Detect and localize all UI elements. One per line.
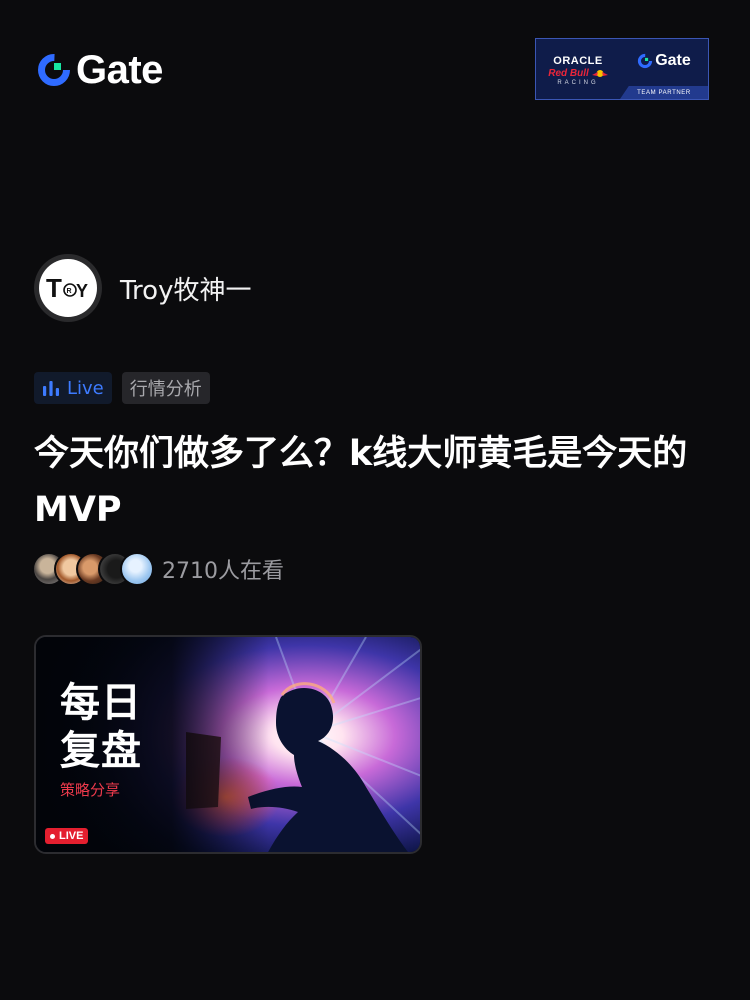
- stream-card-title-line2: 复盘: [60, 728, 142, 774]
- svg-text:T: T: [46, 273, 62, 303]
- team-partner-label: TEAM PARTNER: [620, 86, 708, 99]
- author-row[interactable]: T R Y Troy牧神一: [34, 254, 251, 322]
- racing-text: RACING: [557, 79, 599, 86]
- oracle-text: ORACLE: [553, 54, 603, 67]
- red-bull-text: Red Bull: [548, 68, 608, 79]
- avatar[interactable]: T R Y: [34, 254, 102, 322]
- red-bull-label: Red Bull: [548, 67, 589, 79]
- svg-text:Y: Y: [76, 281, 88, 301]
- category-tag-label: 行情分析: [129, 379, 202, 400]
- live-tag[interactable]: Live: [34, 372, 112, 404]
- svg-text:R: R: [67, 288, 72, 295]
- post-tags: Live 行情分析: [34, 372, 210, 404]
- red-bull-racing-logo: ORACLE Red Bull RACING: [536, 39, 620, 99]
- gate-logo-icon-small: [638, 53, 653, 69]
- live-dot-icon: [50, 833, 55, 839]
- live-tag-label: Live: [67, 377, 104, 399]
- category-tag[interactable]: 行情分析: [121, 372, 210, 404]
- viewer-count-row: 2710人在看: [32, 552, 284, 586]
- bull-icon: [591, 69, 608, 77]
- viewer-avatars: [32, 552, 154, 586]
- brand-name: Gate: [76, 48, 163, 92]
- live-badge: LIVE: [45, 828, 89, 844]
- author-name[interactable]: Troy牧神一: [120, 270, 251, 307]
- troy-logo-icon: T R Y: [46, 273, 88, 303]
- gate-logo-icon: [38, 54, 70, 86]
- team-partner-banner: ORACLE Red Bull RACING Gate TEAM PARTNER: [535, 38, 709, 100]
- viewer-avatar: [120, 552, 154, 586]
- post-title: 今天你们做多了么？k线大师黄毛是今天的MVP: [34, 434, 688, 530]
- live-badge-label: LIVE: [59, 830, 84, 842]
- gate-logo: Gate: [36, 50, 163, 90]
- stream-card-title: 每日 复盘: [60, 679, 142, 775]
- stream-card-subtitle: 策略分享: [60, 781, 121, 799]
- partner-gate-logo: Gate: [637, 52, 691, 70]
- viewer-count: 2710人在看: [162, 559, 284, 584]
- live-bars-icon: [43, 381, 59, 396]
- stream-card-title-line1: 每日: [60, 680, 142, 726]
- partner-gate-text: Gate: [655, 52, 691, 69]
- live-stream-card[interactable]: 每日 复盘 策略分享 LIVE: [34, 635, 422, 854]
